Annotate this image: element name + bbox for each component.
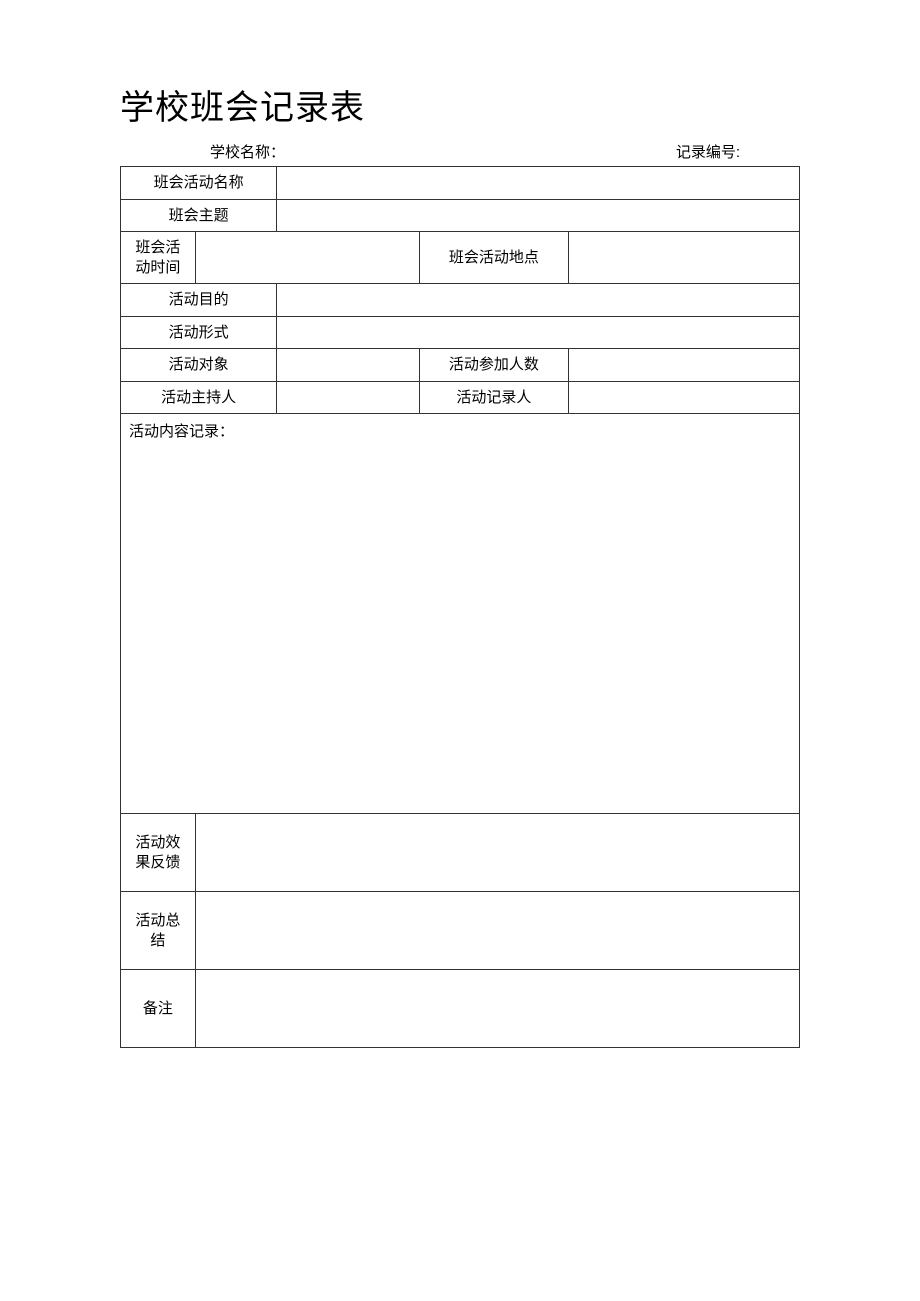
meta-row: 学校名称： 记录编号: [120,141,800,166]
school-name-label: 学校名称： [210,141,285,162]
value-participants [569,349,800,382]
row-host-recorder: 活动主持人 活动记录人 [121,381,800,414]
record-no-label: 记录编号: [676,141,740,162]
value-recorder [569,381,800,414]
value-time [195,232,419,284]
label-content: 活动内容记录： [121,414,800,814]
row-theme: 班会主题 [121,199,800,232]
label-theme: 班会主题 [121,199,277,232]
value-activity-name [277,167,800,200]
row-feedback: 活动效果反馈 [121,814,800,892]
label-location: 班会活动地点 [419,232,568,284]
value-location [569,232,800,284]
row-time-location: 班会活动时间 班会活动地点 [121,232,800,284]
label-host: 活动主持人 [121,381,277,414]
label-activity-name: 班会活动名称 [121,167,277,200]
row-form: 活动形式 [121,316,800,349]
label-target: 活动对象 [121,349,277,382]
row-summary: 活动总结 [121,892,800,970]
value-summary [195,892,799,970]
record-table: 班会活动名称 班会主题 班会活动时间 班会活动地点 活动目的 活动形式 活动对象… [120,166,800,1048]
value-purpose [277,284,800,317]
value-target [277,349,420,382]
label-time: 班会活动时间 [121,232,196,284]
value-theme [277,199,800,232]
label-feedback: 活动效果反馈 [121,814,196,892]
row-purpose: 活动目的 [121,284,800,317]
row-remark: 备注 [121,970,800,1048]
row-target-participants: 活动对象 活动参加人数 [121,349,800,382]
label-recorder: 活动记录人 [419,381,568,414]
row-activity-name: 班会活动名称 [121,167,800,200]
label-form: 活动形式 [121,316,277,349]
value-host [277,381,420,414]
value-remark [195,970,799,1048]
label-participants: 活动参加人数 [419,349,568,382]
label-remark: 备注 [121,970,196,1048]
row-content: 活动内容记录： [121,414,800,814]
page-title: 学校班会记录表 [120,80,800,129]
label-summary: 活动总结 [121,892,196,970]
label-purpose: 活动目的 [121,284,277,317]
value-form [277,316,800,349]
value-feedback [195,814,799,892]
